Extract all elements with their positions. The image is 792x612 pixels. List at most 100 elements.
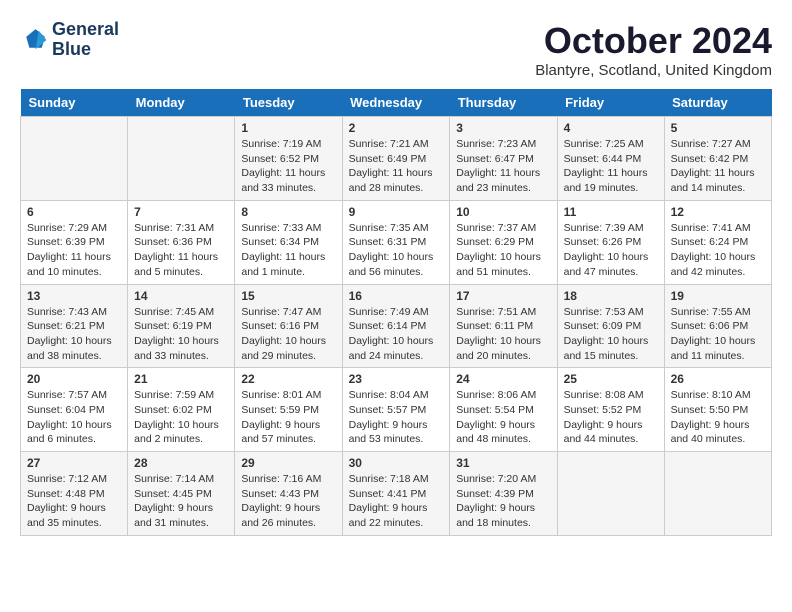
- day-info: Sunrise: 8:10 AM: [671, 388, 765, 403]
- day-info: Sunrise: 7:55 AM: [671, 305, 765, 320]
- day-info: Daylight: 9 hours: [349, 501, 444, 516]
- day-info: Sunset: 6:39 PM: [27, 235, 121, 250]
- day-info: Daylight: 10 hours: [241, 334, 335, 349]
- day-info: Sunset: 6:26 PM: [564, 235, 658, 250]
- day-number: 7: [134, 205, 228, 219]
- day-info: Sunrise: 8:04 AM: [349, 388, 444, 403]
- day-info: and 42 minutes.: [671, 265, 765, 280]
- day-info: Sunrise: 7:14 AM: [134, 472, 228, 487]
- weekday-header-cell: Saturday: [664, 89, 771, 117]
- day-info: Sunset: 6:36 PM: [134, 235, 228, 250]
- calendar-day-cell: 4Sunrise: 7:25 AMSunset: 6:44 PMDaylight…: [557, 117, 664, 201]
- day-info: Daylight: 10 hours: [349, 250, 444, 265]
- day-number: 17: [456, 289, 550, 303]
- weekday-header-cell: Tuesday: [235, 89, 342, 117]
- calendar-week-row: 20Sunrise: 7:57 AMSunset: 6:04 PMDayligh…: [21, 368, 772, 452]
- day-info: Daylight: 9 hours: [671, 418, 765, 433]
- day-info: and 10 minutes.: [27, 265, 121, 280]
- day-info: and 40 minutes.: [671, 432, 765, 447]
- day-number: 5: [671, 121, 765, 135]
- day-info: Sunset: 6:31 PM: [349, 235, 444, 250]
- calendar-day-cell: [557, 452, 664, 536]
- weekday-header-cell: Thursday: [450, 89, 557, 117]
- day-info: Sunset: 4:41 PM: [349, 487, 444, 502]
- day-info: and 24 minutes.: [349, 349, 444, 364]
- day-info: Sunset: 5:57 PM: [349, 403, 444, 418]
- day-info: and 19 minutes.: [564, 181, 658, 196]
- calendar-day-cell: 16Sunrise: 7:49 AMSunset: 6:14 PMDayligh…: [342, 284, 450, 368]
- day-info: Daylight: 10 hours: [564, 334, 658, 349]
- logo: General Blue: [20, 20, 119, 60]
- day-info: Daylight: 11 hours: [241, 166, 335, 181]
- day-info: and 22 minutes.: [349, 516, 444, 531]
- day-number: 9: [349, 205, 444, 219]
- day-info: Sunset: 4:43 PM: [241, 487, 335, 502]
- day-info: Daylight: 10 hours: [564, 250, 658, 265]
- day-number: 30: [349, 456, 444, 470]
- day-info: Sunset: 6:44 PM: [564, 152, 658, 167]
- month-title: October 2024: [535, 20, 772, 62]
- day-number: 12: [671, 205, 765, 219]
- calendar-week-row: 1Sunrise: 7:19 AMSunset: 6:52 PMDaylight…: [21, 117, 772, 201]
- day-info: Daylight: 9 hours: [134, 501, 228, 516]
- day-number: 1: [241, 121, 335, 135]
- day-info: Daylight: 10 hours: [671, 250, 765, 265]
- day-info: Sunrise: 7:41 AM: [671, 221, 765, 236]
- weekday-header-cell: Sunday: [21, 89, 128, 117]
- day-info: Sunrise: 7:20 AM: [456, 472, 550, 487]
- calendar-week-row: 13Sunrise: 7:43 AMSunset: 6:21 PMDayligh…: [21, 284, 772, 368]
- day-info: and 57 minutes.: [241, 432, 335, 447]
- day-info: and 48 minutes.: [456, 432, 550, 447]
- day-info: Daylight: 11 hours: [564, 166, 658, 181]
- logo-icon: [20, 26, 48, 54]
- day-info: Sunrise: 8:08 AM: [564, 388, 658, 403]
- day-info: Sunset: 6:14 PM: [349, 319, 444, 334]
- calendar-day-cell: 5Sunrise: 7:27 AMSunset: 6:42 PMDaylight…: [664, 117, 771, 201]
- day-info: and 51 minutes.: [456, 265, 550, 280]
- calendar-day-cell: 12Sunrise: 7:41 AMSunset: 6:24 PMDayligh…: [664, 200, 771, 284]
- day-info: Daylight: 10 hours: [134, 418, 228, 433]
- day-info: and 14 minutes.: [671, 181, 765, 196]
- day-info: and 56 minutes.: [349, 265, 444, 280]
- day-info: and 18 minutes.: [456, 516, 550, 531]
- day-info: Daylight: 11 hours: [349, 166, 444, 181]
- day-info: and 20 minutes.: [456, 349, 550, 364]
- day-info: Sunrise: 7:31 AM: [134, 221, 228, 236]
- day-info: Daylight: 10 hours: [456, 250, 550, 265]
- calendar-day-cell: 11Sunrise: 7:39 AMSunset: 6:26 PMDayligh…: [557, 200, 664, 284]
- calendar-day-cell: 22Sunrise: 8:01 AMSunset: 5:59 PMDayligh…: [235, 368, 342, 452]
- day-number: 3: [456, 121, 550, 135]
- logo-text: General Blue: [52, 20, 119, 60]
- day-info: Sunset: 5:54 PM: [456, 403, 550, 418]
- calendar-week-row: 27Sunrise: 7:12 AMSunset: 4:48 PMDayligh…: [21, 452, 772, 536]
- day-info: Daylight: 10 hours: [27, 334, 121, 349]
- day-info: Sunset: 6:52 PM: [241, 152, 335, 167]
- day-info: Daylight: 11 hours: [27, 250, 121, 265]
- weekday-header-cell: Monday: [128, 89, 235, 117]
- calendar-day-cell: [21, 117, 128, 201]
- day-info: Daylight: 11 hours: [134, 250, 228, 265]
- location: Blantyre, Scotland, United Kingdom: [535, 62, 772, 79]
- day-info: Sunset: 6:04 PM: [27, 403, 121, 418]
- day-info: Daylight: 10 hours: [134, 334, 228, 349]
- day-number: 28: [134, 456, 228, 470]
- day-info: Sunrise: 7:43 AM: [27, 305, 121, 320]
- calendar-day-cell: 29Sunrise: 7:16 AMSunset: 4:43 PMDayligh…: [235, 452, 342, 536]
- day-info: Sunrise: 7:23 AM: [456, 137, 550, 152]
- day-info: Sunset: 6:16 PM: [241, 319, 335, 334]
- day-info: Sunrise: 7:29 AM: [27, 221, 121, 236]
- header: General Blue October 2024 Blantyre, Scot…: [20, 20, 772, 79]
- day-info: Sunrise: 7:37 AM: [456, 221, 550, 236]
- day-info: and 15 minutes.: [564, 349, 658, 364]
- day-info: Sunset: 6:09 PM: [564, 319, 658, 334]
- day-info: Sunset: 5:59 PM: [241, 403, 335, 418]
- calendar-day-cell: 10Sunrise: 7:37 AMSunset: 6:29 PMDayligh…: [450, 200, 557, 284]
- day-info: Daylight: 11 hours: [671, 166, 765, 181]
- day-info: Sunrise: 7:45 AM: [134, 305, 228, 320]
- day-number: 11: [564, 205, 658, 219]
- day-number: 31: [456, 456, 550, 470]
- day-number: 15: [241, 289, 335, 303]
- day-info: Sunrise: 8:06 AM: [456, 388, 550, 403]
- calendar-day-cell: 21Sunrise: 7:59 AMSunset: 6:02 PMDayligh…: [128, 368, 235, 452]
- day-number: 23: [349, 372, 444, 386]
